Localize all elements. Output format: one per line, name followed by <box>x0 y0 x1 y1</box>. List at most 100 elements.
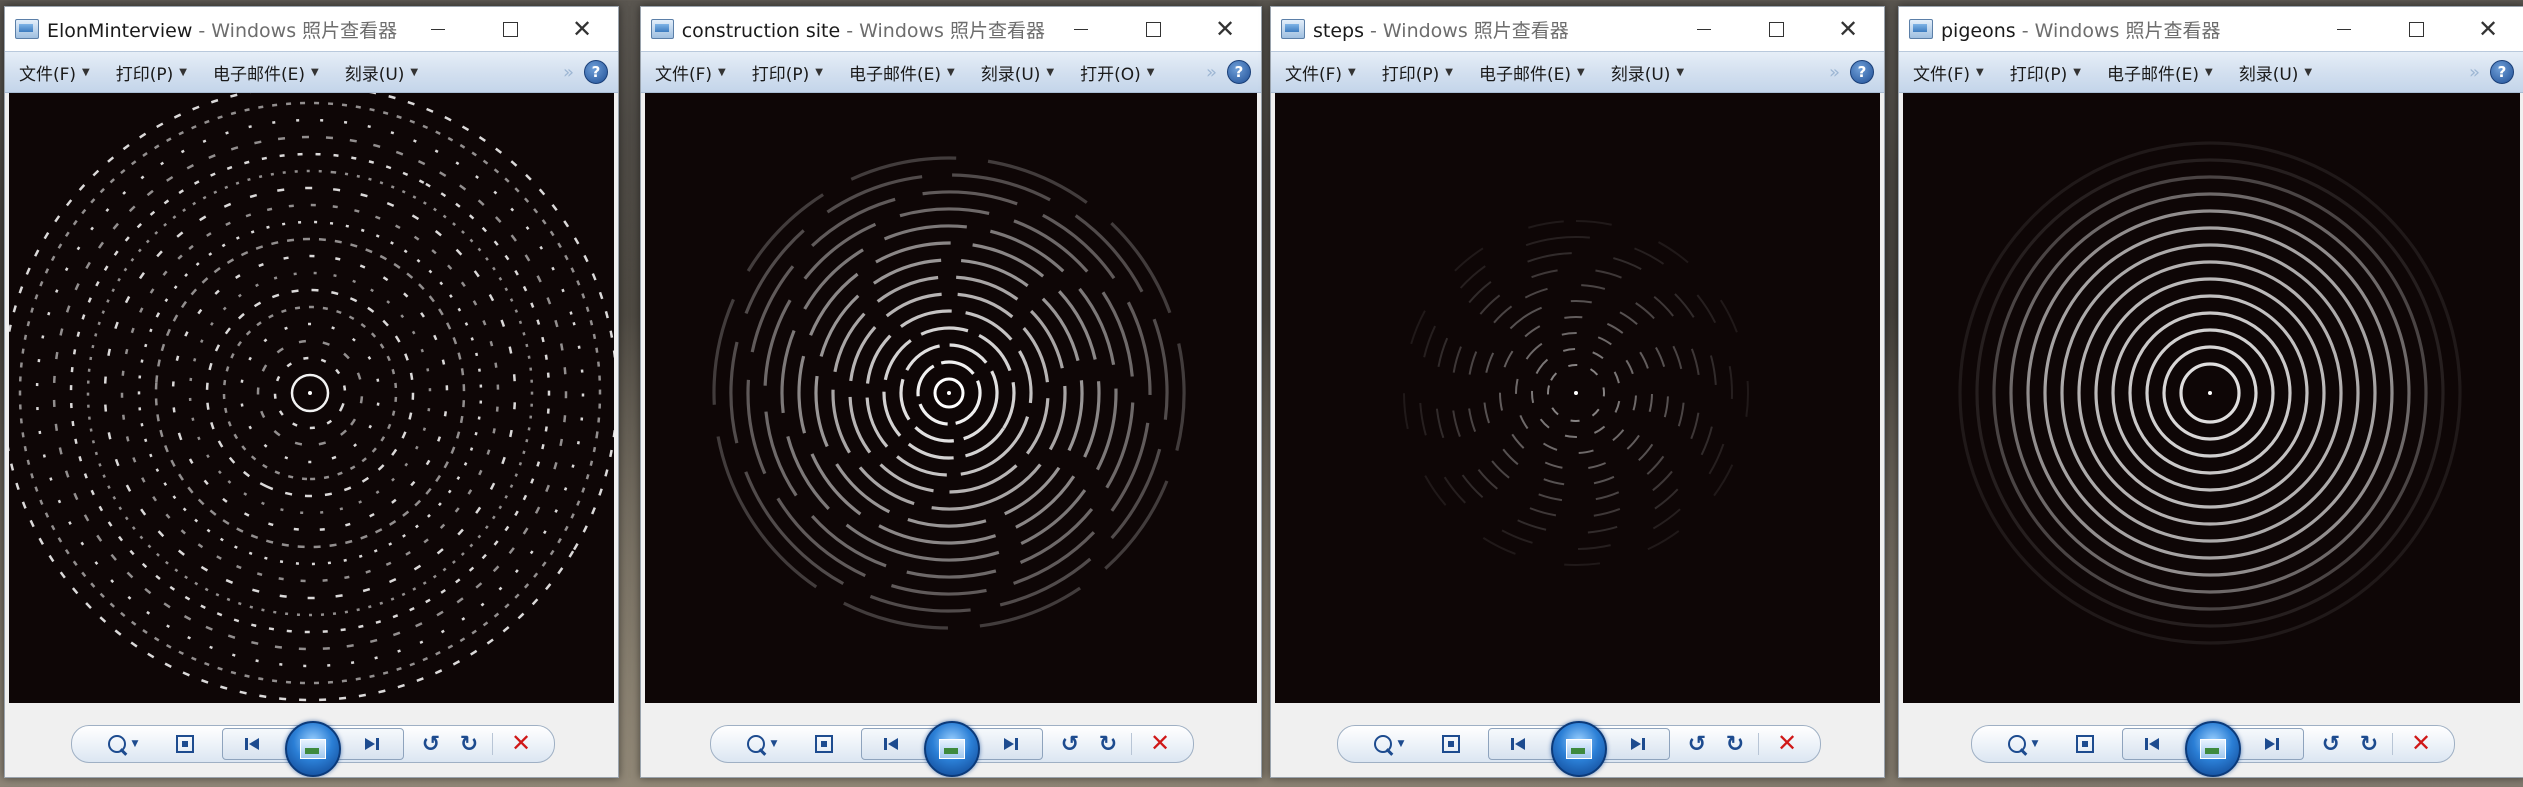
menu-item-label: 打印(P) <box>2009 64 2068 85</box>
help-icon[interactable]: ? <box>1850 60 1874 84</box>
menu-item[interactable]: 文件(F) ▼ <box>1271 60 1368 85</box>
maximize-icon[interactable] <box>1117 7 1189 51</box>
menu-item[interactable]: 刻录(U) ▼ <box>1597 60 1696 85</box>
previous-button[interactable] <box>2137 733 2167 755</box>
rotate-left-icon[interactable]: ↺ <box>418 731 444 757</box>
chevron-down-icon: ▼ <box>1046 66 1055 78</box>
actual-size-button[interactable] <box>1438 732 1464 756</box>
actual-size-button[interactable] <box>2072 732 2098 756</box>
delete-icon[interactable]: ✕ <box>1774 729 1800 757</box>
menu-item[interactable]: 刻录(U) ▼ <box>967 60 1066 85</box>
close-icon[interactable]: ✕ <box>2452 7 2523 51</box>
previous-button[interactable] <box>876 733 906 755</box>
slideshow-button[interactable] <box>1551 721 1607 777</box>
rotate-left-icon[interactable]: ↺ <box>2318 731 2344 757</box>
minimize-icon[interactable] <box>1045 7 1117 51</box>
delete-icon[interactable]: ✕ <box>1147 729 1173 757</box>
photo-viewer-window: pigeons - Windows 照片查看器 ✕ 文件(F) ▼ 打印(P) ▼ 电子邮件… <box>1898 6 2523 778</box>
slideshow-button[interactable] <box>285 721 341 777</box>
close-icon[interactable]: ✕ <box>1189 7 1261 51</box>
more-commands-icon[interactable]: » <box>1206 62 1217 83</box>
slideshow-button[interactable] <box>2185 721 2241 777</box>
more-commands-icon[interactable]: » <box>563 62 574 83</box>
slideshow-icon <box>1566 739 1592 759</box>
menu-item[interactable]: 打印(P) ▼ <box>102 60 199 85</box>
zoom-button[interactable]: ▼ <box>102 732 144 756</box>
zoom-button[interactable]: ▼ <box>1368 732 1410 756</box>
menu-item[interactable]: 刻录(U) ▼ <box>2225 60 2324 85</box>
delete-icon[interactable]: ✕ <box>2408 729 2434 757</box>
title-bar[interactable]: steps - Windows 照片查看器 ✕ <box>1271 7 1884 51</box>
next-button[interactable] <box>357 733 387 755</box>
chevron-down-icon: ▼ <box>82 66 90 78</box>
menu-bar: 文件(F) ▼ 打印(P) ▼ 电子邮件(E) ▼ 刻录(U) ▼ »? <box>5 51 618 93</box>
menu-item-label: 打开(O) <box>1080 64 1141 85</box>
help-icon[interactable]: ? <box>2490 60 2514 84</box>
title-bar[interactable]: construction site - Windows 照片查看器 ✕ <box>641 7 1261 51</box>
menu-item[interactable]: 文件(F) ▼ <box>641 60 738 85</box>
previous-button[interactable] <box>237 733 267 755</box>
more-commands-icon[interactable]: » <box>2469 62 2480 83</box>
help-icon[interactable]: ? <box>584 60 608 84</box>
next-icon <box>365 738 379 750</box>
title-bar[interactable]: ElonMinterview - Windows 照片查看器 ✕ <box>5 7 618 51</box>
delete-icon[interactable]: ✕ <box>508 729 534 757</box>
menu-item[interactable]: 电子邮件(E) ▼ <box>835 60 967 85</box>
menu-item[interactable]: 电子邮件(E) ▼ <box>2093 60 2225 85</box>
maximize-icon[interactable] <box>474 7 546 51</box>
navigation-group <box>2122 721 2304 777</box>
menu-item-label: 刻录(U) <box>1610 64 1671 85</box>
next-button[interactable] <box>1623 733 1653 755</box>
menu-item[interactable]: 打印(P) ▼ <box>1996 60 2093 85</box>
rotate-left-icon[interactable]: ↺ <box>1684 731 1710 757</box>
actual-size-button[interactable] <box>172 732 198 756</box>
more-commands-icon[interactable]: » <box>1829 62 1840 83</box>
menu-item[interactable]: 打印(P) ▼ <box>738 60 835 85</box>
rotate-right-icon[interactable]: ↻ <box>1722 731 1748 757</box>
window-title-name: pigeons <box>1941 19 2016 42</box>
close-icon[interactable]: ✕ <box>546 7 618 51</box>
menu-item-label: 刻录(U) <box>2238 64 2299 85</box>
title-bar[interactable]: pigeons - Windows 照片查看器 ✕ <box>1899 7 2523 51</box>
maximize-icon[interactable] <box>2380 7 2452 51</box>
rotate-right-icon[interactable]: ↻ <box>456 731 482 757</box>
actual-size-icon <box>176 735 194 753</box>
slideshow-button[interactable] <box>924 721 980 777</box>
previous-icon <box>245 738 259 750</box>
window-title-app: - Windows 照片查看器 <box>840 19 1045 42</box>
menu-item[interactable]: 刻录(U) ▼ <box>331 60 430 85</box>
menu-item[interactable]: 电子邮件(E) ▼ <box>1465 60 1597 85</box>
minimize-icon[interactable] <box>402 7 474 51</box>
menu-item-label: 电子邮件(E) <box>848 64 941 85</box>
viewer-toolbar: ▼ ↺ ↻ ✕ <box>641 703 1261 777</box>
zoom-button[interactable]: ▼ <box>2002 732 2044 756</box>
minimize-icon[interactable] <box>2308 7 2380 51</box>
menu-item[interactable]: 打印(P) ▼ <box>1368 60 1465 85</box>
previous-button[interactable] <box>1503 733 1533 755</box>
menu-item[interactable]: 文件(F) ▼ <box>5 60 102 85</box>
zoom-button[interactable]: ▼ <box>741 732 783 756</box>
toolbar-separator <box>492 733 493 755</box>
menu-item[interactable]: 打开(O) ▼ <box>1066 60 1166 85</box>
slideshow-icon <box>300 739 326 759</box>
minimize-icon[interactable] <box>1668 7 1740 51</box>
photo-viewer-icon <box>651 19 674 39</box>
rotate-right-icon[interactable]: ↻ <box>2356 731 2382 757</box>
next-button[interactable] <box>2257 733 2287 755</box>
window-controls: ✕ <box>2308 7 2523 51</box>
viewer-toolbar: ▼ ↺ ↻ ✕ <box>1271 703 1884 777</box>
rotate-right-icon[interactable]: ↻ <box>1095 731 1121 757</box>
image-display <box>645 93 1257 703</box>
help-icon[interactable]: ? <box>1227 60 1251 84</box>
navigation-bar: ▼ ↺ ↻ ✕ <box>710 721 1194 777</box>
maximize-icon[interactable] <box>1740 7 1812 51</box>
menu-bar: 文件(F) ▼ 打印(P) ▼ 电子邮件(E) ▼ 刻录(U) ▼ »? <box>1271 51 1884 93</box>
actual-size-button[interactable] <box>811 732 837 756</box>
menu-item[interactable]: 文件(F) ▼ <box>1899 60 1996 85</box>
menu-item-label: 文件(F) <box>1913 64 1971 85</box>
next-button[interactable] <box>996 733 1026 755</box>
menu-item[interactable]: 电子邮件(E) ▼ <box>199 60 331 85</box>
close-icon[interactable]: ✕ <box>1812 7 1884 51</box>
window-title-app: - Windows 照片查看器 <box>2015 19 2221 42</box>
rotate-left-icon[interactable]: ↺ <box>1057 731 1083 757</box>
